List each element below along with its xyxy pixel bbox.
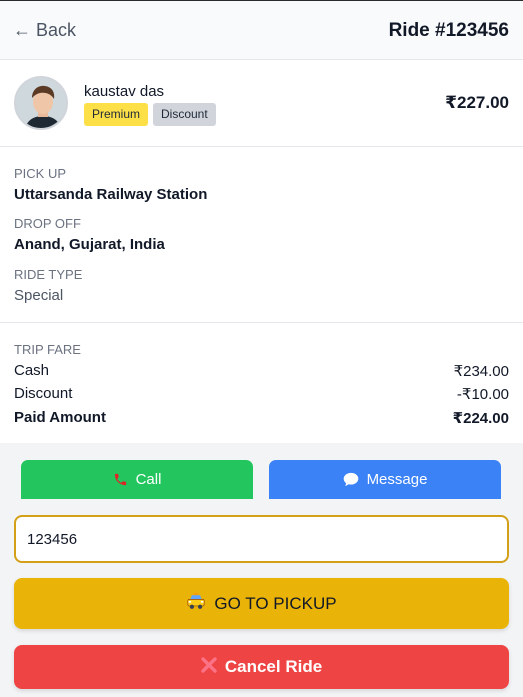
- chat-bubble-icon: [343, 472, 359, 487]
- dropoff-label: DROP OFF: [14, 216, 81, 231]
- dropoff-value: Anand, Gujarat, India: [14, 236, 165, 253]
- discount-badge: Discount: [153, 103, 216, 126]
- cross-icon: [201, 656, 217, 678]
- avatar: [14, 76, 68, 130]
- fare-row-label: Paid Amount: [14, 409, 106, 426]
- cancel-ride-label: Cancel Ride: [224, 657, 323, 676]
- otp-input[interactable]: [14, 515, 509, 563]
- phone-icon: [113, 472, 128, 487]
- back-button[interactable]: ← Back: [13, 20, 76, 41]
- message-label: Message: [366, 471, 428, 488]
- taxi-icon: [186, 592, 206, 615]
- rider-card: kaustav das Premium Discount ₹227.00: [0, 60, 523, 147]
- fare-row-label: Discount: [14, 385, 73, 402]
- ride-price: ₹227.00: [445, 93, 509, 112]
- pickup-value: Uttarsanda Railway Station: [14, 186, 208, 203]
- fare-row-value: ₹224.00: [452, 410, 509, 427]
- go-to-pickup-button[interactable]: GO TO PICKUP: [14, 578, 509, 629]
- fare-row-discount: Discount -₹10.00: [14, 385, 509, 403]
- go-to-pickup-label: GO TO PICKUP: [214, 593, 337, 613]
- ridetype-value: Special: [14, 287, 64, 304]
- fare-card: TRIP FARE Cash ₹234.00 Discount -₹10.00 …: [0, 323, 523, 443]
- route-card: PICK UP Uttarsanda Railway Station DROP …: [0, 147, 523, 323]
- fare-row-label: Cash: [14, 362, 50, 379]
- fare-row-value: ₹234.00: [453, 363, 509, 380]
- message-button[interactable]: Message: [269, 460, 501, 499]
- ride-title: Ride #123456: [388, 20, 509, 41]
- fare-row-cash: Cash ₹234.00: [14, 362, 509, 380]
- ridetype-label: RIDE TYPE: [14, 267, 83, 282]
- premium-badge: Premium: [84, 103, 149, 126]
- app-header: ← Back Ride #123456: [0, 0, 523, 60]
- call-button[interactable]: Call: [21, 460, 253, 499]
- cancel-ride-button[interactable]: Cancel Ride: [14, 645, 509, 689]
- fare-row-value: -₹10.00: [456, 386, 509, 403]
- pickup-label: PICK UP: [14, 166, 67, 181]
- fare-row-paid: Paid Amount ₹224.00: [14, 409, 509, 427]
- trip-fare-label: TRIP FARE: [14, 342, 81, 357]
- rider-name: kaustav das: [84, 83, 165, 100]
- call-label: Call: [135, 471, 162, 488]
